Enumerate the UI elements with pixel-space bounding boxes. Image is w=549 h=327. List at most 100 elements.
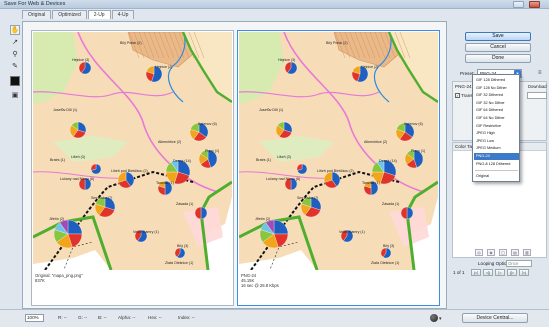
frame-counter: 1 of 1 [453,270,465,275]
cancel-button[interactable]: Cancel [465,43,531,52]
map-label: Velké Hamry (1) [339,230,365,234]
slice-select-tool-icon[interactable]: ↗ [10,37,20,47]
map-label: Bílý (3) [177,244,188,248]
map-label: Smržovka (7) [91,196,112,200]
preset-option[interactable]: PNG-8 128 Dithered [474,161,519,168]
map-label: Velké Hamry (1) [133,230,159,234]
tab-2-up[interactable]: 2-Up [87,10,111,19]
close-button[interactable] [529,1,540,8]
original-file-size: 837K [35,278,45,284]
map-label: Bratrs (1) [256,158,271,162]
original-info: Original: "mapa_png.png" 837K [35,273,83,283]
preview-in-browser-icon[interactable] [430,314,438,322]
map-label: Lučany nad Nisou (6) [60,177,94,181]
map-svg: Bílý Potok (2) Hejnice (3) Hejnice (2) Jose… [239,32,438,270]
zoom-tool-icon[interactable]: ⚲ [10,49,20,59]
map-label: Lišeň (3) [277,155,291,159]
index-readout: Index: -- [178,315,195,320]
map-label: Desná (14) [173,159,191,163]
blue-readout: B: -- [98,315,107,320]
red-readout: R: -- [58,315,67,320]
map-label: Hejnice (2) [155,65,172,69]
preset-option[interactable]: GIF 32 Dithered [474,92,519,99]
map-label: Hejnice (3) [278,58,295,62]
preset-option[interactable]: PNG-24 [474,153,519,160]
optimized-download-time: 16 sec @ 28.8 Kbps [241,283,279,289]
map-label: Líšeň pod Bieščkou (2) [317,169,354,173]
preset-option[interactable]: GIF 64 Dithered [474,107,519,114]
play-icon[interactable]: ▷ [495,269,505,276]
color-table-controls: ◎ ◈ ▢ ▤ ▥ [475,249,535,256]
tab-original[interactable]: Original [22,10,52,19]
preset-option[interactable]: Original [474,173,519,180]
map-label: Bratrs (1) [50,158,65,162]
toggle-slices-visibility-icon[interactable]: ▣ [10,90,20,100]
zoom-level-select[interactable]: 100% [25,314,44,322]
map-label: Jiřetín (2) [49,217,64,221]
map-svg: Bílý Potok (2) Hejnice (3) Hejnice (2) Jose… [33,32,232,270]
map-label: Bílý (3) [383,244,394,248]
map-label: Kořenov (6) [404,122,423,126]
transparency-checkbox[interactable]: ✓ [455,93,460,98]
status-bar: 100% R: -- G: -- B: -- Alpha: -- Hex: --… [0,309,549,327]
hand-tool-icon[interactable]: ✋ [10,25,20,35]
last-frame-icon[interactable]: ▷| [519,269,529,276]
preview-area: Bílý Potok (2) Hejnice (3) Hejnice (2) Jose… [22,21,447,309]
done-button[interactable]: Done [465,54,531,63]
green-readout: G: -- [78,315,88,320]
tab-4-up[interactable]: 4-Up [111,10,135,19]
preset-option[interactable]: GIF Restrictive [474,123,519,130]
preset-option[interactable]: JPEG Medium [474,145,519,152]
preset-option[interactable]: JPEG Low [474,138,519,145]
map-label: Desná (14) [379,159,397,163]
previous-frame-icon[interactable]: ◁| [483,269,493,276]
save-button[interactable]: Save [465,32,531,41]
map-label: Albrechtice (2) [364,140,387,144]
eyedropper-color-swatch[interactable] [10,76,20,86]
map-label: Lišeň (3) [71,155,85,159]
optimized-preview-pane[interactable]: Bílý Potok (2) Hejnice (3) Hejnice (2) Jose… [237,30,440,306]
map-label: Albrechtice (2) [158,140,181,144]
optimize-menu-icon[interactable]: ≡ [538,70,546,77]
map-label: Smržovka (7) [297,196,318,200]
looping-select[interactable]: Once [506,260,532,267]
original-preview-pane[interactable]: Bílý Potok (2) Hejnice (3) Hejnice (2) Jose… [31,30,234,306]
map-label: Josefův Důl (1) [259,108,283,112]
preset-option[interactable]: GIF 32 No Dither [474,100,519,107]
preset-option[interactable]: JPEG High [474,130,519,137]
map-label: Hejnice (2) [361,65,378,69]
lock-color-icon[interactable]: ▢ [499,249,507,256]
device-central-button[interactable]: Device Central... [462,313,528,323]
map-label: Hejnice (3) [72,58,89,62]
map-label: Josefův Důl (1) [53,108,77,112]
preset-option[interactable]: GIF 128 Dithered [474,77,519,84]
map-label: Zásada (1) [176,202,193,206]
web-shift-icon[interactable]: ◈ [487,249,495,256]
hex-readout: Hex: -- [148,315,162,320]
first-frame-icon[interactable]: |◁ [471,269,481,276]
map-label: Jiřetín (2) [255,217,270,221]
tab-optimized[interactable]: Optimized [52,10,87,19]
matte-select[interactable] [527,92,547,99]
map-color-icon[interactable]: ◎ [475,249,483,256]
title-bar: Save For Web & Devices [0,0,549,9]
file-format-select[interactable]: PNG-24 [455,84,472,89]
map-label: Plavy (1) [205,149,219,153]
map-label: Plavy (1) [411,149,425,153]
next-frame-icon[interactable]: |▷ [507,269,517,276]
browser-menu-chevron-icon[interactable]: ▾ [439,316,442,322]
minimize-button[interactable] [513,1,524,8]
map-label: Zásada (1) [382,202,399,206]
animation-controls: Looping Options: Once 1 of 1 |◁ ◁| ▷ |▷ … [452,260,547,280]
window-title: Save For Web & Devices [4,1,66,7]
map-label: Líšeň pod Bieščkou (2) [111,169,148,173]
preset-option[interactable]: GIF 64 No Dither [474,115,519,122]
preset-dropdown-menu: GIF 128 Dithered GIF 128 No Dither GIF 32 … [472,74,520,182]
map-label: Lučany nad Nisou (6) [266,177,300,181]
eyedropper-tool-icon[interactable]: ✎ [10,61,20,71]
new-color-icon[interactable]: ▤ [511,249,519,256]
map-label: Bílý Potok (2) [326,41,348,45]
optimized-info: PNG-24 45.15K 16 sec @ 28.8 Kbps [241,273,279,289]
preset-option[interactable]: GIF 128 No Dither [474,85,519,92]
delete-color-icon[interactable]: ▥ [523,249,531,256]
